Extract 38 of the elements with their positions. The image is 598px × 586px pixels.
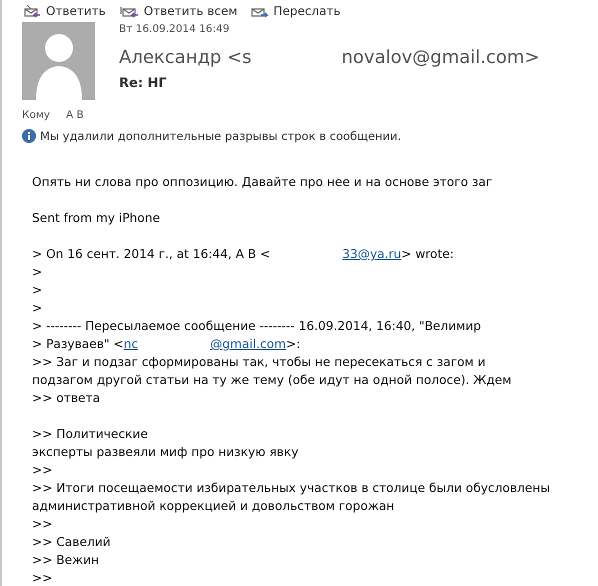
body-text: >> Вежин bbox=[32, 552, 100, 569]
to-label: Кому bbox=[22, 108, 50, 123]
toolbar-button[interactable]: Ответить всем bbox=[120, 2, 242, 20]
date-text: Вт 16.09.2014 16:49 bbox=[119, 22, 230, 37]
body-text: подзагом другой статьи на ту же тему (обе идут на одной полосе). Ждем bbox=[32, 372, 512, 389]
body-text: >> bbox=[32, 516, 52, 533]
body-text: Sent from my iPhone bbox=[32, 210, 160, 227]
body-text: > bbox=[32, 264, 42, 281]
body-text: >> ответа bbox=[32, 390, 100, 407]
recipient-text: А В bbox=[66, 108, 84, 123]
body-text: >> Заг и подзаг сформированы так, чтобы не пересекаться с загом и bbox=[32, 354, 486, 371]
body-text: >: bbox=[286, 336, 300, 353]
body-text: >> Политические bbox=[32, 426, 148, 443]
toolbar-button[interactable]: Ответить bbox=[24, 2, 110, 20]
body-text: > Разуваев" < bbox=[32, 336, 124, 353]
body-text: > bbox=[32, 300, 42, 317]
body-text: > wrote: bbox=[401, 246, 454, 263]
body-text: > bbox=[32, 282, 42, 299]
body-text: >> Савелий bbox=[32, 534, 111, 551]
body-text: >> bbox=[32, 462, 52, 479]
info-text: Мы удалили дополнительные разрывы строк в сообщении. bbox=[40, 128, 402, 145]
body-text: > On 16 сент. 2014 г., at 16:44, А В < bbox=[32, 246, 270, 263]
sender-text: Александр <s bbox=[119, 46, 252, 70]
email-link[interactable]: nc bbox=[124, 335, 138, 353]
info-icon bbox=[22, 129, 36, 144]
email-link[interactable]: @gmail.com bbox=[210, 335, 286, 353]
reply-all-icon bbox=[120, 4, 140, 18]
email-link[interactable]: 33@ya.ru bbox=[342, 245, 402, 263]
sender-text: novalov@gmail.com> bbox=[342, 46, 540, 70]
reply-icon bbox=[24, 4, 42, 18]
body-text: административной коррекцией и довольством горожан bbox=[32, 498, 394, 515]
subject-text: Re: НГ bbox=[119, 74, 168, 93]
body-text: Опять ни слова про оппозицию. Давайте про нее и на основе этого заг bbox=[32, 174, 492, 191]
body-text: > -------- Пересылаемое сообщение -------- 16.09.2014, 16:40, "Велимир bbox=[32, 318, 481, 335]
body-text: >> Итоги посещаемости избирательных участков в столице были обусловлены bbox=[32, 480, 550, 497]
body-text: эксперты развеяли миф про низкую явку bbox=[32, 444, 298, 461]
body-text: >> bbox=[32, 570, 52, 586]
toolbar-button[interactable]: Переслать bbox=[251, 2, 345, 20]
